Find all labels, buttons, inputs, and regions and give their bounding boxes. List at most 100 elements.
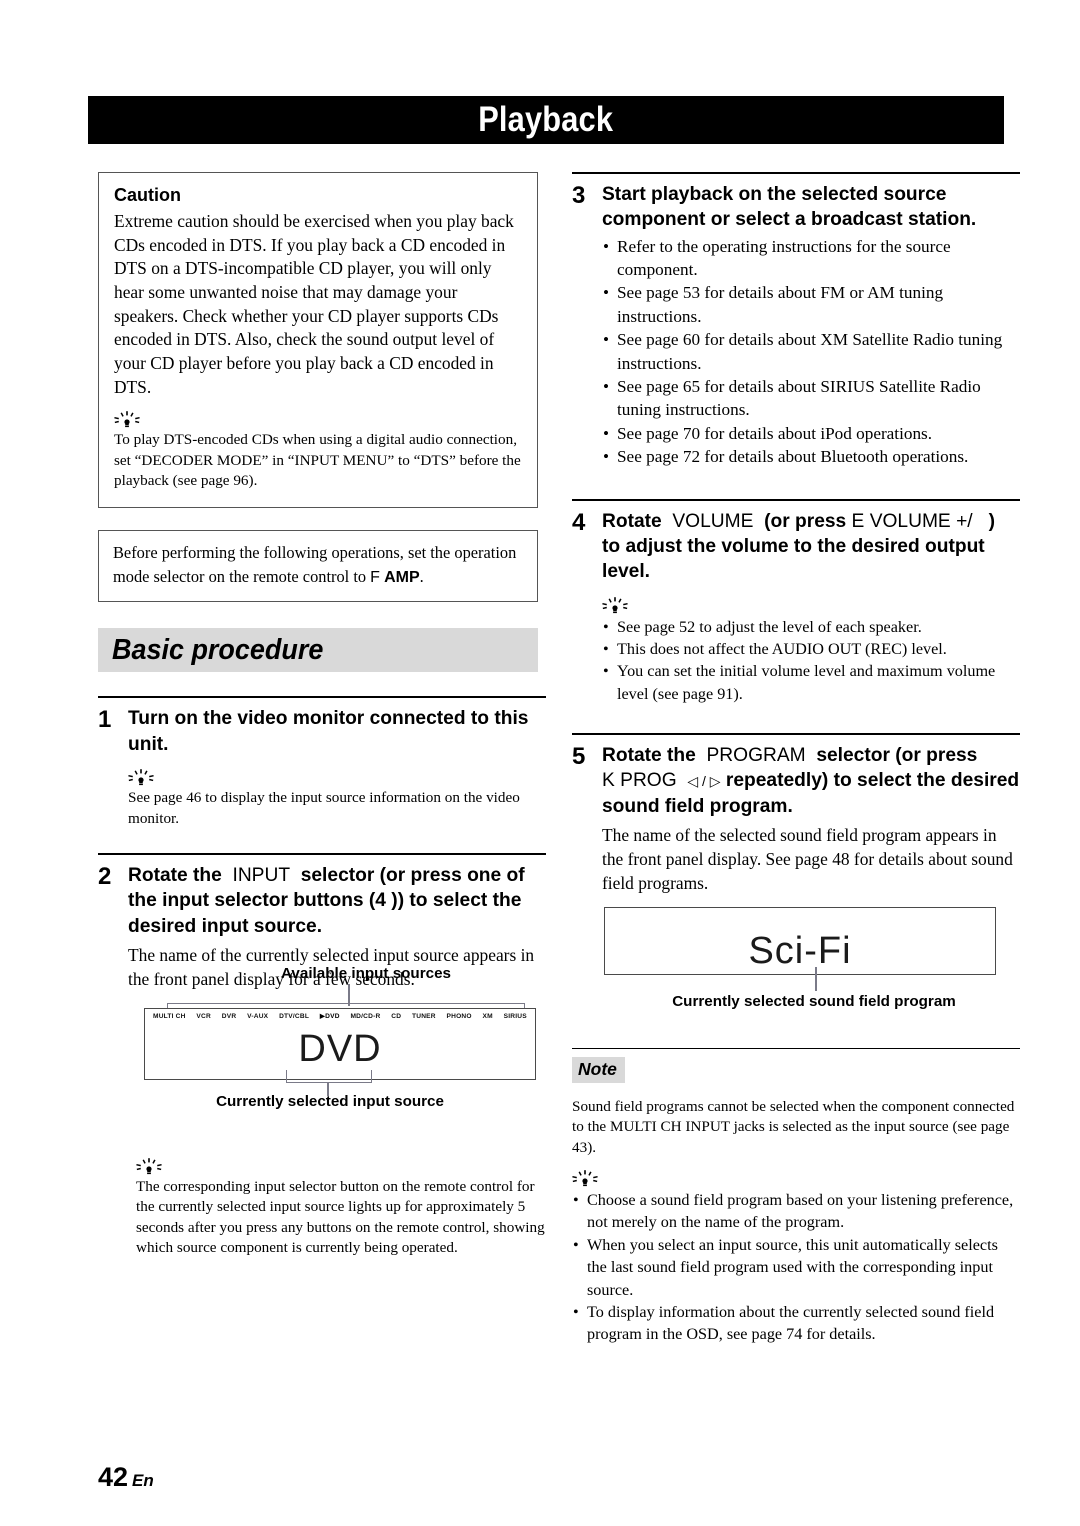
volume-button-marker: E (851, 510, 865, 532)
step-1-number: 1 (98, 706, 112, 734)
step-3-bullet-list: Refer to the operating instructions for … (602, 235, 1020, 469)
step-2-tip-block: The corresponding input selector button … (136, 1146, 548, 1258)
right-column: 3 Start playback on the selected source … (572, 172, 1020, 895)
step-5-title-part-b: selector (or press (816, 745, 978, 767)
step-5-number: 5 (572, 743, 586, 771)
list-item: This does not affect the AUDIO OUT (REC)… (602, 638, 1020, 661)
prog-key-label: PROG (620, 770, 677, 792)
list-item: Refer to the operating instructions for … (602, 235, 1020, 282)
source-tuner: TUNER (412, 1012, 436, 1020)
note-bullet-list: Choose a sound field program based on yo… (572, 1189, 1020, 1346)
step-3-title: Start playback on the selected source co… (602, 184, 977, 231)
step-3-number: 3 (572, 182, 586, 209)
list-item: Choose a sound field program based on yo… (572, 1189, 1020, 1234)
caution-body: Extreme caution should be exercised when… (114, 211, 514, 397)
step-2-number: 2 (98, 862, 112, 890)
front-panel-display-program: Sci-Fi (604, 907, 996, 975)
step-5: 5 Rotate the PROGRAM selector (or press K… (572, 733, 1020, 895)
page-footer: 42 En (98, 1462, 154, 1493)
step-5-title-part-a: Rotate the (602, 745, 696, 767)
step-4-title-part-c: ) (988, 510, 995, 532)
input-source-indicator-row: MULTI CH VCR DVR V-AUX DTV/CBL ▶DVD MD/C… (145, 1009, 535, 1021)
step-4: 4 Rotate VOLUME (or press E VOLUME +/ ) t… (572, 498, 1020, 705)
list-item: To display information about the current… (572, 1301, 1020, 1346)
source-dvr: DVR (221, 1012, 237, 1020)
source-dtv-cbl: DTV/CBL (279, 1012, 310, 1020)
step-4-title: Rotate VOLUME (or press E VOLUME +/ ) to … (602, 509, 1020, 585)
note-divider (572, 1048, 1020, 1049)
prog-arrows-icon: ◁ / ▷ (687, 773, 721, 790)
tip-bulb-icon (136, 1158, 162, 1175)
tip-bulb-icon (114, 411, 140, 428)
page-title: Playback (478, 100, 614, 139)
section-heading-label: Basic procedure (112, 633, 324, 666)
step-5-content: Rotate the PROGRAM selector (or press K P… (602, 743, 1020, 895)
volume-key-label: VOLUME +/ (869, 510, 973, 532)
source-xm: XM (482, 1012, 493, 1020)
prog-button-marker: K (602, 770, 615, 792)
currently-selected-sound-field-caption: Currently selected sound field program (672, 993, 956, 1010)
step-1: 1 Turn on the video monitor connected to… (98, 696, 546, 828)
step-1-content: Turn on the video monitor connected to t… (128, 706, 546, 828)
source-sirius: SIRIUS (503, 1012, 527, 1020)
step-1-title: Turn on the video monitor connected to t… (128, 708, 529, 755)
currently-selected-input-source-caption: Currently selected input source (216, 1093, 444, 1110)
available-input-sources-caption: Available input sources (281, 965, 451, 982)
before-note-text-b: . (419, 566, 424, 586)
list-item: See page 52 to adjust the level of each … (602, 616, 1020, 639)
step-2-title-part-a: Rotate the (128, 864, 222, 886)
source-vcr: VCR (196, 1012, 211, 1020)
source-v-aux: V-AUX (247, 1012, 269, 1020)
note-body: Sound field programs cannot be selected … (572, 1098, 1015, 1156)
source-phono: PHONO (446, 1012, 472, 1020)
list-item: See page 70 for details about iPod opera… (602, 422, 1020, 446)
step-3: 3 Start playback on the selected source … (572, 172, 1020, 469)
left-column: Caution Extreme caution should be exerci… (98, 172, 546, 991)
step-4-title-part-b: (or press (764, 510, 847, 532)
list-item: See page 65 for details about SIRIUS Sat… (602, 375, 1020, 422)
step-4-title-part-d: to adjust the volume to the desired outp… (602, 535, 985, 583)
step-2-tip: The corresponding input selector button … (136, 1178, 545, 1257)
step-3-content: Start playback on the selected source co… (602, 182, 1020, 469)
tip-bulb-icon (572, 1170, 598, 1187)
section-heading-basic-procedure: Basic procedure (98, 628, 538, 673)
before-operation-note: Before performing the following operatio… (98, 530, 538, 603)
step-5-title: Rotate the PROGRAM selector (or press K P… (602, 743, 1020, 819)
list-item: See page 53 for details about FM or AM t… (602, 281, 1020, 328)
list-item: You can set the initial volume level and… (602, 660, 1020, 705)
source-multi-ch: MULTI CH (153, 1012, 186, 1020)
volume-dial-key-label: VOLUME (672, 510, 754, 532)
input-selector-key-label: INPUT (232, 864, 291, 886)
selected-source-bracket (286, 1070, 372, 1083)
manual-page: Playback Caution Extreme caution should … (0, 0, 1080, 1526)
sound-field-readout: Sci-Fi (748, 930, 852, 972)
operation-mode-marker: F (370, 568, 380, 586)
list-item: See page 60 for details about XM Satelli… (602, 328, 1020, 375)
step-5-description: The name of the selected sound field pro… (602, 825, 1013, 894)
step-4-title-part-a: Rotate (602, 510, 662, 532)
step-4-number: 4 (572, 508, 586, 536)
step-2-title: Rotate the INPUT selector (or press one … (128, 863, 546, 939)
note-block: Note Sound field programs cannot be sele… (572, 1048, 1020, 1346)
amp-key-label: AMP (384, 568, 420, 586)
step-4-bullet-list: See page 52 to adjust the level of each … (602, 616, 1020, 705)
caution-box: Caution Extreme caution should be exerci… (98, 172, 538, 509)
list-item: When you select an input source, this un… (572, 1234, 1020, 1301)
step-1-tip: See page 46 to display the input source … (128, 789, 520, 827)
before-note-text-a: Before performing the following operatio… (113, 543, 517, 586)
step-4-content: Rotate VOLUME (or press E VOLUME +/ ) to … (602, 509, 1020, 705)
page-language-code: En (132, 1471, 154, 1490)
page-number: 42 (98, 1462, 129, 1492)
page-header-bar: Playback (88, 96, 1004, 144)
input-source-readout: DVD (298, 1028, 382, 1070)
caution-tip-text: To play DTS-encoded CDs when using a dig… (114, 431, 521, 490)
source-dvd: ▶DVD (319, 1013, 340, 1020)
leader-line-program (815, 967, 817, 991)
program-selector-key-label: PROGRAM (706, 745, 806, 767)
tip-bulb-icon (128, 769, 154, 786)
list-item: See page 72 for details about Bluetooth … (602, 445, 1020, 469)
caution-title: Caution (114, 185, 181, 205)
source-md-cd-r: MD/CD-R (350, 1012, 381, 1020)
source-cd: CD (391, 1012, 402, 1020)
tip-bulb-icon (602, 596, 628, 614)
